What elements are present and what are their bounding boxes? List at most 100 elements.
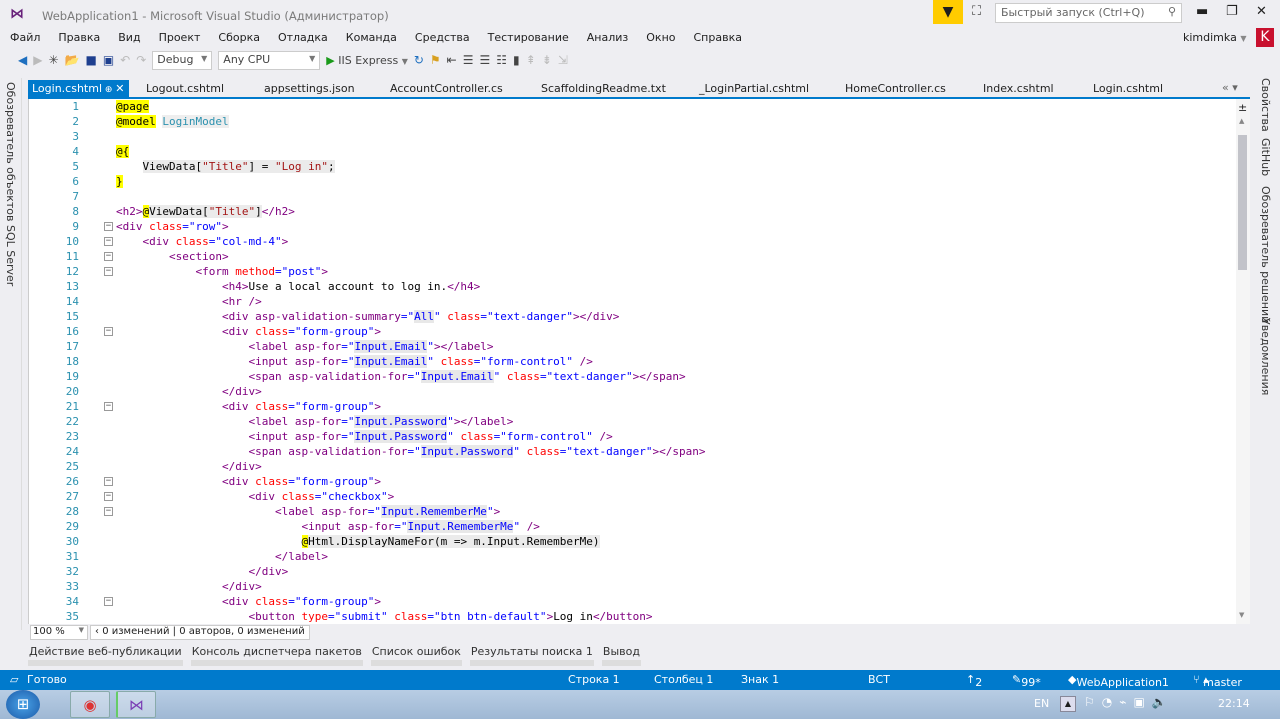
power-icon[interactable]: ⌁ [1119,695,1133,709]
user-name[interactable]: kimdimka ▼ [1183,31,1246,44]
tab-8[interactable]: Login.cshtml [1089,80,1167,98]
run-button[interactable]: ▶ IIS Express ▼ [326,54,408,67]
right-panel-tab-3[interactable]: Уведомления [1259,318,1272,395]
code-token: ] [255,205,262,218]
clock[interactable]: 22:14 [1218,697,1250,710]
pin-icon[interactable]: ⊕ [102,85,115,95]
open-icon[interactable]: 📂 [65,53,80,67]
new-project-icon[interactable]: ✳ [48,53,58,67]
tab-7[interactable]: Index.cshtml [979,80,1058,98]
visual-studio-taskbar-icon[interactable]: ⋈ [116,691,156,718]
menu-item-4[interactable]: Сборка [208,30,268,46]
right-panel-tab-2[interactable]: Обозреватель решений [1259,186,1272,323]
undo-icon[interactable]: ↶ [120,53,130,67]
show-hidden-icons-button[interactable]: ▲ [1060,696,1076,712]
menu-item-7[interactable]: Средства [405,30,478,46]
scroll-down-icon[interactable]: ▼ [1239,611,1244,619]
volume-icon[interactable]: 🔈 [1152,695,1174,709]
tab-6[interactable]: HomeController.cs [841,80,950,98]
tool-tab-2[interactable]: Список ошибок [370,645,462,666]
sync-icon[interactable]: ◔ [1102,695,1119,709]
collapse-icon[interactable]: − [104,267,113,276]
start-button[interactable]: ⊞ [6,690,40,719]
tool-tab-1[interactable]: Консоль диспетчера пакетов [190,645,363,666]
code-editor[interactable]: 1 @page 2 @model LoginModel 3 4 @{5 ViewData["T… [28,99,1250,624]
refresh-icon[interactable]: ↻ [414,53,424,67]
close-tab-icon[interactable]: ✕ [115,82,124,95]
collapse-icon[interactable]: − [104,477,113,486]
split-icon[interactable]: ± [1238,101,1247,114]
clear-bookmarks-icon[interactable]: ⇲ [558,53,568,67]
quick-launch-input[interactable]: Быстрый запуск (Ctrl+Q) ⚲ [995,3,1182,23]
platform-select[interactable]: Any CPU ▼ [218,50,321,70]
prev-bookmark-icon[interactable]: ⇞ [526,53,536,67]
tab-1[interactable]: Logout.cshtml [142,80,228,98]
branch-button[interactable]: ⑂ master ▴ [1193,673,1242,689]
pending-changes-button[interactable]: ✎ 99* [1012,673,1041,689]
find-icon[interactable]: ⚑ [430,53,441,67]
menu-item-0[interactable]: Файл [0,30,48,46]
tool-tab-0[interactable]: Действие веб-публикации [28,645,183,666]
redo-icon[interactable]: ↷ [136,53,146,67]
configuration-select[interactable]: Debug ▼ [152,50,213,70]
tab-5[interactable]: _LoginPartial.cshtml [695,80,813,98]
collapse-icon[interactable]: − [104,492,113,501]
collapse-icon[interactable]: − [104,597,113,606]
collapse-icon[interactable]: − [104,402,113,411]
tab-0[interactable]: Login.cshtml ⊕ ✕ [28,80,129,98]
tab-3[interactable]: AccountController.cs [386,80,507,98]
collapse-icon[interactable]: − [104,237,113,246]
menu-item-2[interactable]: Вид [108,30,148,46]
uncomment-icon[interactable]: ☷ [496,53,507,67]
tool-tab-3[interactable]: Результаты поиска 1 [469,645,594,666]
chrome-taskbar-icon[interactable]: ◉ [70,691,110,718]
step-icon[interactable]: ⇤ [447,53,457,67]
close-button[interactable]: ✕ [1256,4,1267,19]
collapse-icon[interactable]: − [104,507,113,516]
feedback-filter-icon[interactable]: ▼ [933,0,963,24]
right-panel-tab-0[interactable]: Свойства [1259,78,1272,132]
code-token: <div [222,325,256,338]
tab-overflow-icon[interactable]: « ▾ [1222,81,1238,94]
tray-icons[interactable]: ⚐◔⌁▣🔈 [1084,695,1174,709]
minimize-button[interactable]: ▬ [1196,4,1208,19]
forward-icon[interactable]: ▶ [33,53,42,67]
line-number: 3 [72,130,79,143]
collapse-icon[interactable]: − [104,222,113,231]
menu-item-1[interactable]: Правка [48,30,108,46]
push-button[interactable]: ↑ 2 [966,673,982,689]
collapse-icon[interactable]: − [104,252,113,261]
back-icon[interactable]: ◀ [18,53,27,67]
save-all-icon[interactable]: ▣ [103,53,114,67]
scrollbar-thumb[interactable] [1238,135,1247,270]
tab-2[interactable]: appsettings.json [260,80,359,98]
language-indicator[interactable]: EN [1034,697,1049,710]
codelens-changes[interactable]: ‹ 0 изменений | 0 авторов, 0 изменений [90,625,310,640]
restore-button[interactable]: ❐ [1226,4,1238,19]
feedback-icon[interactable]: ⛶ [972,4,981,19]
scroll-up-icon[interactable]: ▲ [1239,117,1244,125]
menu-item-8[interactable]: Тестирование [478,30,577,46]
avatar[interactable]: K [1256,28,1274,47]
next-bookmark-icon[interactable]: ⇟ [542,53,552,67]
code-token: ="form-group" [288,400,375,413]
bookmark-icon[interactable]: ▮ [513,53,520,67]
network-icon[interactable]: ▣ [1133,695,1151,709]
menu-item-6[interactable]: Команда [336,30,405,46]
menu-item-9[interactable]: Анализ [577,30,637,46]
menu-item-5[interactable]: Отладка [268,30,336,46]
menu-item-10[interactable]: Окно [636,30,683,46]
tool-tab-4[interactable]: Вывод [601,645,641,666]
comment-icon[interactable]: ☰ [480,53,491,67]
right-panel-tab-1[interactable]: GitHub [1259,138,1272,176]
save-icon[interactable]: ■ [85,53,96,67]
repository-button[interactable]: ◆ WebApplication1 [1068,673,1169,689]
sql-server-object-explorer-tab[interactable]: Обозреватель объектов SQL Server [4,82,17,286]
zoom-select[interactable]: 100 % ▼ [30,625,88,640]
flag-icon[interactable]: ⚐ [1084,695,1102,709]
menu-item-11[interactable]: Справка [684,30,750,46]
tab-4[interactable]: ScaffoldingReadme.txt [537,80,670,98]
menu-item-3[interactable]: Проект [149,30,209,46]
collapse-icon[interactable]: − [104,327,113,336]
indent-icon[interactable]: ☰ [463,53,474,67]
